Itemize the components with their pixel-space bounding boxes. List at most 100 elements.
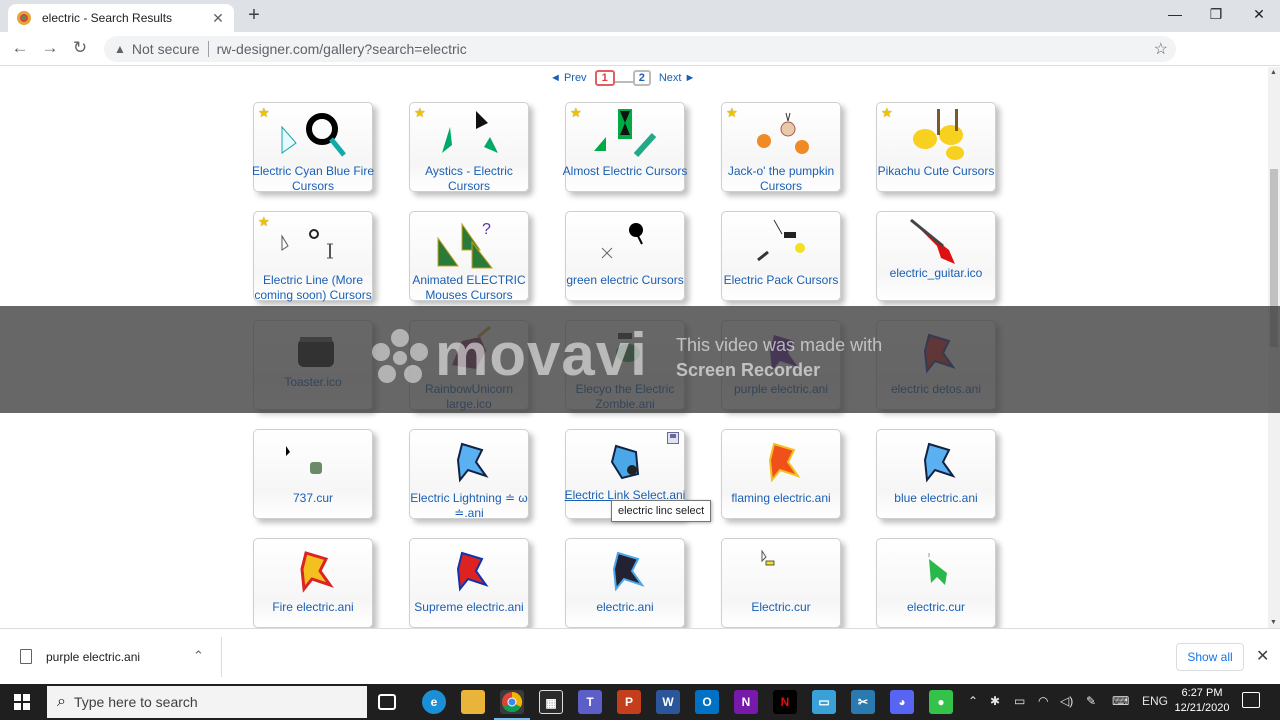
forward-button[interactable]: →	[38, 37, 62, 61]
guitar-icon[interactable]	[896, 215, 976, 273]
warning-icon[interactable]: ▲	[114, 42, 126, 56]
card-label[interactable]: Pikachu Cute Cursors	[870, 164, 1002, 179]
card-label[interactable]: electric.ani	[559, 600, 691, 615]
hourglass-pen-icon[interactable]	[585, 106, 665, 164]
gallery-card[interactable]: ★ Jack-o' the pumpkin Cursors	[721, 102, 841, 193]
tray-language[interactable]: ENG	[1142, 694, 1168, 708]
card-label[interactable]: Electric Line (More coming soon) Cursors	[247, 273, 379, 303]
pumpkin-icon[interactable]	[741, 106, 821, 164]
gallery-card[interactable]: Electric Lightning ≐ ω ≐.ani	[409, 429, 529, 520]
card-label[interactable]: Electric Cyan Blue Fire Cursors	[247, 164, 379, 194]
blue-hand-icon[interactable]	[585, 433, 665, 491]
windows-start-icon[interactable]	[14, 694, 30, 710]
fire-spark-icon[interactable]	[273, 542, 353, 600]
card-label[interactable]: Animated ELECTRIC Mouses Cursors	[403, 273, 535, 303]
gallery-card[interactable]: ★ Almost Electric Cursors	[563, 102, 687, 192]
chevron-up-icon[interactable]: ⌃	[193, 648, 204, 664]
card-label[interactable]: Electric Pack Cursors	[715, 273, 847, 288]
gallery-card[interactable]: Fire electric.ani	[253, 538, 373, 628]
card-label[interactable]: blue electric.ani	[870, 491, 1002, 506]
address-bar[interactable]: ▲ Not secure rw-designer.com/gallery?sea…	[104, 36, 1176, 62]
tray-battery-icon[interactable]: ▭	[1014, 694, 1025, 708]
gallery-card[interactable]: Supreme electric.ani	[409, 538, 529, 628]
gallery-card[interactable]: ? Animated ELECTRIC Mouses Cursors	[409, 211, 529, 302]
bulb-pack-icon[interactable]	[741, 215, 821, 273]
gallery-card[interactable]: ★ Electric Line (More coming soon) Cursor…	[253, 211, 373, 302]
restore-button[interactable]: ❐	[1201, 4, 1231, 26]
card-label[interactable]: Fire electric.ani	[247, 600, 379, 615]
minimize-button[interactable]: —	[1160, 4, 1190, 26]
taskbar-clock[interactable]: 6:27 PM 12/21/2020	[1170, 686, 1234, 716]
powerpoint-icon[interactable]: P	[617, 690, 641, 714]
snip-tool-icon[interactable]: ✂	[851, 690, 875, 714]
outlook-icon[interactable]: O	[695, 690, 719, 714]
airplane-icon[interactable]	[273, 433, 353, 491]
triangle-cursors-icon[interactable]: ?	[429, 215, 509, 273]
task-view-icon[interactable]	[378, 694, 396, 710]
shelf-close-icon[interactable]: ✕	[1256, 646, 1269, 666]
page-1-link[interactable]: 1	[594, 70, 615, 86]
gallery-card[interactable]: ★ Pikachu Cute Cursors	[876, 102, 996, 192]
page-2-link[interactable]: 2	[632, 70, 651, 86]
magnifier-cursor-icon[interactable]	[273, 106, 353, 164]
back-button[interactable]: ←	[8, 37, 32, 61]
file-explorer-icon[interactable]	[461, 690, 485, 714]
new-tab-button[interactable]: +	[244, 5, 264, 26]
scroll-up-icon[interactable]: ▲	[1270, 69, 1277, 76]
window-close-button[interactable]: ✕	[1244, 4, 1274, 26]
next-page-link[interactable]: Next ►	[659, 72, 696, 84]
reload-button[interactable]: ↻	[68, 37, 92, 61]
gallery-card[interactable]: flaming electric.ani	[721, 429, 841, 519]
chrome-icon[interactable]	[494, 690, 530, 720]
blue-spark-icon[interactable]	[896, 433, 976, 491]
scroll-down-icon[interactable]: ▼	[1270, 619, 1277, 626]
search-placeholder[interactable]: Type here to search	[74, 694, 198, 710]
gallery-card[interactable]: blue electric.ani	[876, 429, 996, 519]
download-file-name[interactable]: purple electric.ani	[46, 650, 140, 664]
card-label[interactable]: Almost Electric Cursors	[559, 164, 691, 179]
card-label[interactable]: green electric Cursors	[559, 273, 691, 288]
card-label[interactable]: flaming electric.ani	[715, 491, 847, 506]
line-cursor-icon[interactable]	[273, 215, 353, 273]
card-label[interactable]: Electric.cur	[715, 600, 847, 615]
red-spark-icon[interactable]	[429, 542, 509, 600]
browser-tab[interactable]: electric - Search Results ✕	[8, 4, 234, 32]
yellow-cursor-icon[interactable]	[741, 542, 821, 600]
recorder-app-icon[interactable]: ●	[929, 690, 953, 714]
gallery-card[interactable]: electric_guitar.ico	[876, 211, 996, 301]
card-label[interactable]: Aystics - Electric Cursors	[403, 164, 535, 194]
tray-pen-icon[interactable]: ✎	[1086, 694, 1096, 708]
gallery-card[interactable]: Electric.cur	[721, 538, 841, 628]
tray-overflow-icon[interactable]: ⌃	[968, 694, 978, 708]
save-icon[interactable]	[667, 432, 679, 444]
dark-spark-icon[interactable]	[585, 542, 665, 600]
bookmark-star-icon[interactable]: ☆	[1154, 39, 1168, 59]
store-icon[interactable]: ▦	[539, 690, 563, 714]
card-label[interactable]: Electric Lightning ≐ ω ≐.ani	[403, 491, 535, 521]
prev-page-link[interactable]: ◄ Prev	[550, 72, 587, 84]
url-text[interactable]: rw-designer.com/gallery?search=electric	[217, 41, 467, 57]
taskbar-search[interactable]: ⌕ Type here to search	[47, 686, 367, 718]
tray-volume-icon[interactable]: ◁)	[1060, 694, 1073, 708]
card-label[interactable]: Jack-o' the pumpkin Cursors	[715, 164, 847, 194]
notification-icon[interactable]	[1242, 692, 1260, 708]
flame-icon[interactable]	[741, 433, 821, 491]
arrow-cursors-icon[interactable]	[429, 106, 509, 164]
netflix-icon[interactable]: N	[773, 690, 797, 714]
word-icon[interactable]: W	[656, 690, 680, 714]
tray-wifi-icon[interactable]: ◠	[1038, 694, 1048, 708]
gallery-card[interactable]: green electric Cursors	[565, 211, 685, 301]
discord-icon[interactable]: ◕	[890, 690, 914, 714]
gallery-card[interactable]: Electric Pack Cursors	[721, 211, 841, 301]
gallery-card[interactable]: electric.cur	[876, 538, 996, 628]
green-arrow-icon[interactable]	[896, 542, 976, 600]
tray-bluetooth-icon[interactable]: ✱	[990, 694, 1000, 708]
edge-icon[interactable]: e	[422, 690, 446, 714]
tray-keyboard-icon[interactable]: ⌨	[1112, 694, 1129, 708]
crosshair-dot-icon[interactable]	[585, 215, 665, 273]
pikachu-icon[interactable]	[896, 106, 976, 164]
card-label[interactable]: electric_guitar.ico	[870, 266, 1002, 281]
blue-spark-icon[interactable]	[429, 433, 509, 491]
security-label[interactable]: Not secure	[132, 41, 200, 57]
card-label[interactable]: electric.cur	[870, 600, 1002, 615]
